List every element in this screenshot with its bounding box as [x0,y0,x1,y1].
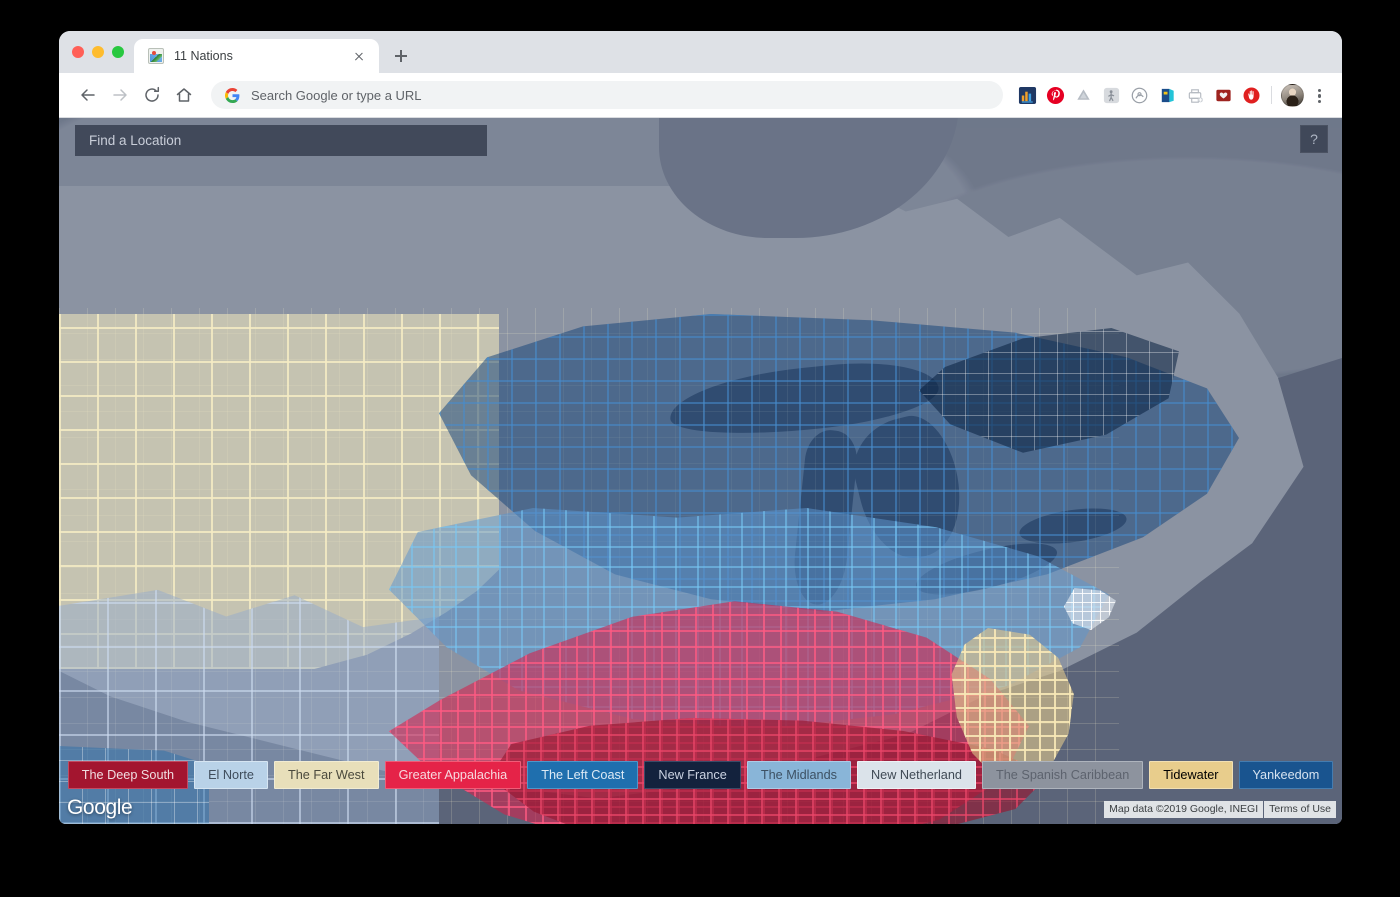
blue-book-extension-icon[interactable] [1153,81,1181,109]
back-arrow-icon[interactable] [73,80,103,110]
google-watermark: Google [67,796,133,819]
legend-button-the-far-west[interactable]: The Far West [273,761,379,789]
google-g-icon [225,87,240,103]
tab-strip: 11 Nations [59,31,1342,73]
bar-chart-extension-icon[interactable] [1013,81,1041,109]
user-avatar[interactable] [1278,81,1306,109]
legend-button-the-spanish-caribbean[interactable]: The Spanish Caribbean [981,761,1144,789]
browser-tab[interactable]: 11 Nations [134,39,379,73]
legend-button-the-deep-south[interactable]: The Deep South [67,761,189,789]
adblock-shield-extension-icon[interactable] [1237,81,1265,109]
extension-toolbar [1013,81,1332,109]
circle-extension-icon[interactable] [1125,81,1153,109]
legend-button-yankeedom[interactable]: Yankeedom [1238,761,1334,789]
red-folder-heart-extension-icon[interactable] [1209,81,1237,109]
pinterest-extension-icon[interactable] [1041,81,1069,109]
toolbar-divider [1271,86,1272,104]
map-viewport[interactable]: Find a Location ? The Deep South El Norte… [59,118,1342,824]
browser-toolbar: Search Google or type a URL [59,73,1342,118]
new-tab-button[interactable] [387,42,415,70]
help-button[interactable]: ? [1300,125,1328,153]
close-window-button[interactable] [72,46,84,58]
reload-icon[interactable] [137,80,167,110]
maximize-window-button[interactable] [112,46,124,58]
find-location-input[interactable]: Find a Location [75,125,487,156]
map-legend: The Deep South El Norte The Far West Greate… [59,761,1342,789]
forward-arrow-icon[interactable] [105,80,135,110]
legend-button-the-left-coast[interactable]: The Left Coast [527,761,639,789]
address-bar[interactable]: Search Google or type a URL [211,81,1003,109]
attribution-text: Map data ©2019 Google, INEGI [1104,801,1264,818]
image-favicon [148,48,164,64]
printer-extension-icon[interactable] [1181,81,1209,109]
close-tab-button[interactable] [349,46,369,66]
legend-button-el-norte[interactable]: El Norte [194,761,268,789]
legend-button-the-midlands[interactable]: The Midlands [746,761,851,789]
tab-title: 11 Nations [174,49,233,63]
address-bar-placeholder: Search Google or type a URL [251,87,422,103]
home-icon[interactable] [169,80,199,110]
browser-window: 11 Nations Search Google or type a URL F… [59,31,1342,824]
screen-root: 11 Nations Search Google or type a URL F… [0,0,1400,897]
legend-button-new-netherland[interactable]: New Netherland [856,761,976,789]
terms-of-use-link[interactable]: Terms of Use [1264,801,1336,818]
google-drive-extension-icon[interactable] [1069,81,1097,109]
legend-button-tidewater[interactable]: Tidewater [1149,761,1233,789]
figure-extension-icon[interactable] [1097,81,1125,109]
legend-button-greater-appalachia[interactable]: Greater Appalachia [384,761,522,789]
find-location-placeholder: Find a Location [89,133,182,148]
kebab-menu-icon[interactable] [1306,81,1332,109]
window-controls [70,31,134,73]
map-attribution: Map data ©2019 Google, INEGI Terms of Us… [1104,801,1336,818]
minimize-window-button[interactable] [92,46,104,58]
legend-button-new-france[interactable]: New France [644,761,741,789]
